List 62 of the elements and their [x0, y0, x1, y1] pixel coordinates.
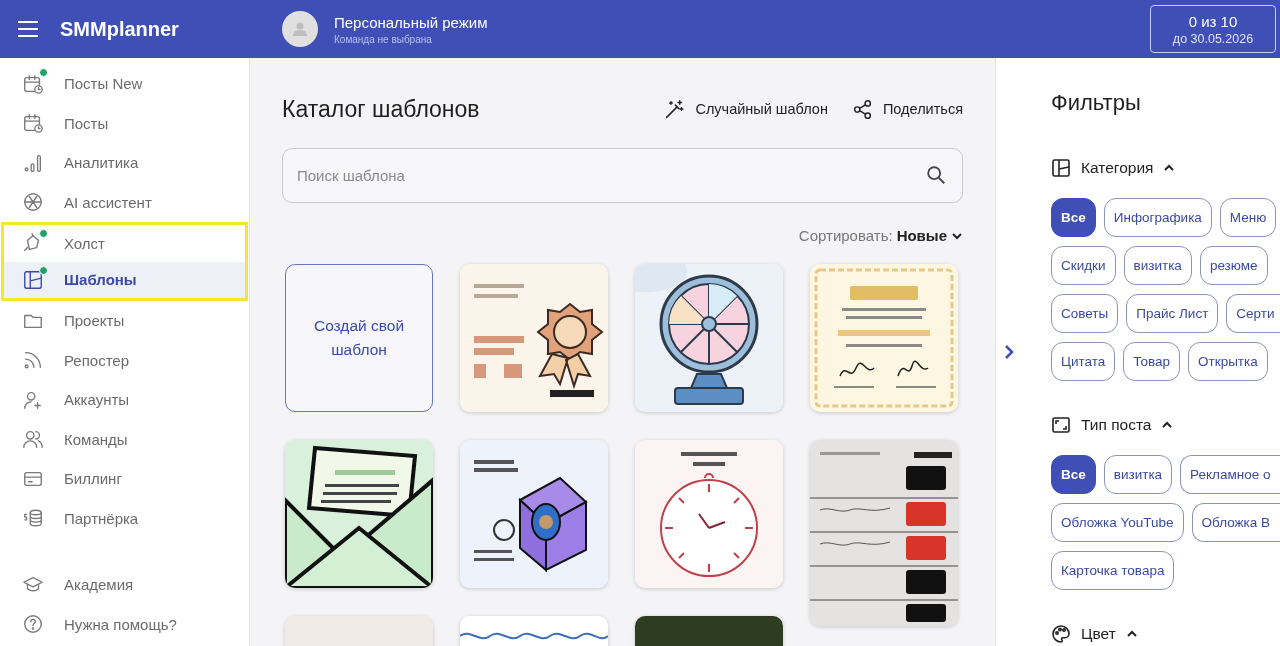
sort-label: Сортировать: — [798, 227, 893, 244]
sidebar-item[interactable]: Проекты — [1, 301, 248, 341]
nav-icon — [22, 112, 44, 135]
sidebar-item[interactable]: Академия — [1, 565, 248, 605]
quota-panel[interactable]: 0 из 10 до 30.05.2026 — [1150, 5, 1276, 53]
team-caption: Команда не выбрана — [334, 33, 433, 45]
filter-section-header[interactable]: Цвет — [1051, 622, 1138, 646]
filter-chip[interactable]: Рекламное о — [1180, 455, 1280, 494]
filter-chip[interactable]: Обложка В — [1191, 503, 1280, 542]
filter-chip[interactable]: Прайс Лист — [1126, 294, 1219, 333]
app-name: SMMplanner — [60, 17, 179, 41]
filter-chip[interactable]: Цитата — [1051, 342, 1116, 381]
filters-title: Фильтры — [1051, 90, 1141, 116]
quota-date: до 30.05.2026 — [1172, 31, 1254, 46]
nav-icon — [22, 191, 44, 214]
filter-chip[interactable]: резюме — [1199, 246, 1268, 285]
sort-dropdown[interactable]: Новые — [896, 227, 963, 244]
create-template-card[interactable]: Создай свой шаблон — [285, 264, 433, 412]
search-field[interactable]: Поиск шаблона — [282, 148, 963, 203]
nav-icon — [22, 268, 44, 291]
quota-count: 0 из 10 — [1188, 12, 1238, 30]
search-icon[interactable] — [925, 164, 947, 186]
filter-chip[interactable]: Меню — [1219, 198, 1277, 237]
filter-chip[interactable]: Товар — [1123, 342, 1181, 381]
filter-section-header[interactable]: Тип поста — [1051, 413, 1174, 437]
sidebar-item[interactable]: Аккаунты — [1, 380, 248, 420]
filter-chip[interactable]: Серти — [1226, 294, 1280, 333]
nav-icon — [22, 72, 44, 95]
action-link[interactable]: Случайный шаблон — [664, 98, 828, 120]
sidebar-item[interactable]: Репостер — [1, 340, 248, 380]
filter-section-header[interactable]: Категория — [1051, 156, 1176, 180]
filter-chip[interactable]: Карточка товара — [1051, 551, 1175, 590]
menu-icon[interactable] — [18, 21, 38, 37]
filter-chip[interactable]: Советы — [1051, 294, 1119, 333]
sidebar-item[interactable]: Шаблоны — [1, 261, 248, 301]
filter-chip[interactable]: Открытка — [1188, 342, 1268, 381]
nav-icon — [22, 613, 44, 636]
page-title: Каталог шаблонов — [282, 95, 481, 123]
filter-chip[interactable]: Скидки — [1051, 246, 1116, 285]
sidebar-item[interactable]: Биллинг — [1, 459, 248, 499]
filter-chip[interactable]: Инфографика — [1103, 198, 1212, 237]
filter-chip[interactable]: Обложка YouTube — [1051, 503, 1184, 542]
sidebar-item[interactable]: Партнёрка — [1, 498, 248, 538]
mode-title: Персональный режим — [334, 13, 489, 31]
sidebar-item[interactable]: Посты — [1, 103, 248, 143]
avatar-icon[interactable] — [282, 11, 318, 47]
frame-icon — [1051, 415, 1071, 435]
filter-chip[interactable]: визитка — [1123, 246, 1192, 285]
sidebar-item[interactable]: Аналитика — [1, 143, 248, 183]
sidebar-item[interactable]: Команды — [1, 419, 248, 459]
magic-wand-icon — [664, 98, 686, 120]
filter-chip[interactable]: Все — [1051, 455, 1096, 494]
share-icon — [851, 98, 873, 120]
sidebar-item[interactable]: Посты New — [1, 64, 248, 104]
filter-chip[interactable]: визитка — [1103, 455, 1173, 494]
filter-chip[interactable]: Все — [1051, 198, 1096, 237]
sidebar-item[interactable]: Нужна помощь? — [1, 604, 248, 644]
layout-icon — [1051, 158, 1071, 178]
sidebar-item[interactable]: AI ассистент — [1, 182, 248, 222]
nav-icon — [22, 428, 44, 451]
palette-icon — [1051, 624, 1071, 644]
action-link[interactable]: Поделиться — [851, 98, 963, 120]
